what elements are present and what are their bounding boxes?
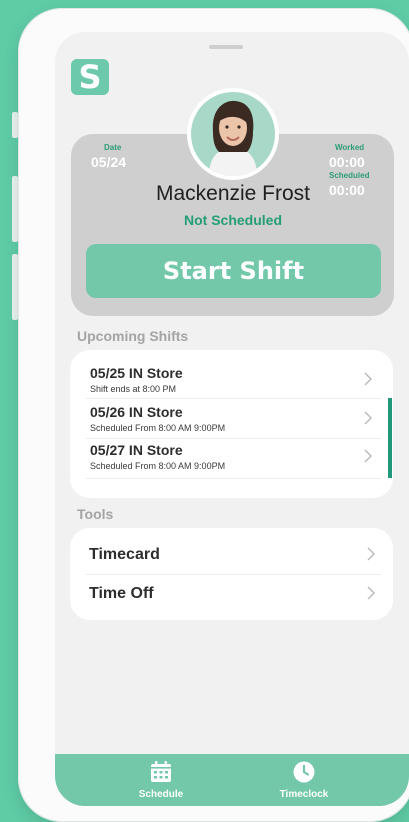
time-off-item[interactable]: Time Off [89, 577, 379, 613]
tab-timeclock[interactable]: Timeclock [259, 754, 349, 806]
scheduled-label: Scheduled [329, 171, 370, 180]
app-logo: S [71, 59, 109, 95]
worked-label: Worked [335, 143, 365, 152]
list-scrollbar[interactable] [388, 398, 392, 478]
schedule-status: Not Scheduled [183, 212, 282, 228]
worked-value: 00:00 [329, 154, 365, 170]
date-label: Date [104, 143, 122, 152]
clock-icon [293, 761, 315, 783]
tool-label: Time Off [89, 585, 154, 602]
divider [86, 438, 381, 439]
tools-card: Timecard Time Off [70, 528, 393, 620]
divider [86, 478, 381, 479]
start-shift-button[interactable]: Start Shift [86, 244, 381, 298]
shift-row[interactable]: 05/27 IN Store Scheduled From 8:00 AM 9:… [90, 442, 376, 482]
user-name: Mackenzie Frost [155, 182, 311, 205]
avatar [191, 92, 275, 176]
chevron-right-icon [364, 449, 372, 463]
bottom-tab-bar: Schedule Timeclock [55, 754, 409, 806]
speaker-notch [209, 45, 243, 49]
upcoming-shifts-title: Upcoming Shifts [77, 328, 189, 344]
tools-title: Tools [77, 506, 114, 522]
shift-title: 05/27 IN Store [90, 442, 183, 458]
shift-subtitle: Scheduled From 8:00 AM 9:00PM [90, 423, 226, 433]
chevron-right-icon [367, 547, 375, 561]
chevron-right-icon [364, 372, 372, 386]
upcoming-shifts-card: 05/25 IN Store Shift ends at 8:00 PM 05/… [70, 350, 393, 498]
divider [86, 398, 381, 399]
shift-subtitle: Scheduled From 8:00 AM 9:00PM [90, 461, 226, 471]
shift-subtitle: Shift ends at 8:00 PM [90, 384, 177, 394]
divider [86, 574, 381, 575]
timecard-item[interactable]: Timecard [89, 538, 379, 574]
shift-title: 05/25 IN Store [90, 365, 183, 381]
phone-frame: S Date 05/24 Worked 00:00 Scheduled 00:0… [18, 8, 409, 822]
date-value: 05/24 [91, 154, 127, 170]
chevron-right-icon [364, 411, 372, 425]
chevron-right-icon [367, 586, 375, 600]
calendar-icon [151, 761, 171, 782]
shift-title: 05/26 IN Store [90, 404, 183, 420]
tab-schedule[interactable]: Schedule [116, 754, 206, 806]
tool-label: Timecard [89, 546, 160, 563]
tab-label: Timeclock [279, 789, 329, 800]
tab-label: Schedule [138, 789, 184, 800]
shift-row[interactable]: 05/25 IN Store Shift ends at 8:00 PM [90, 365, 376, 405]
app-screen: S Date 05/24 Worked 00:00 Scheduled 00:0… [55, 32, 409, 806]
